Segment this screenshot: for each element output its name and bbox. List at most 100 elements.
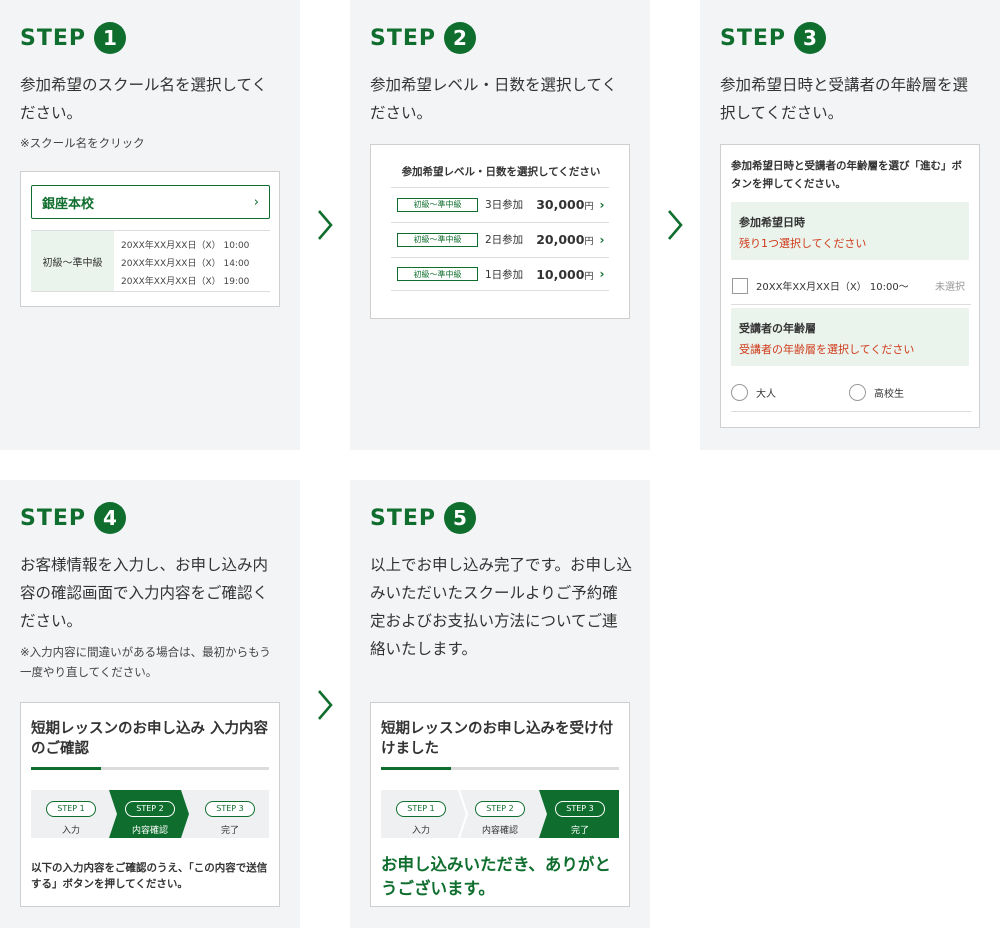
flow-label: 入力	[411, 826, 430, 836]
step-label: STEP	[720, 25, 787, 51]
flow-label: 内容確認	[481, 826, 518, 836]
schedule-date: 20XX年XX月XX日（X） 14:00	[121, 259, 250, 269]
step-flow: STEP 1 入力 STEP 2 内容確認 STEP 3 完了	[381, 790, 619, 838]
step4-title: STEP 4	[20, 502, 127, 534]
plan-price: 30,000円	[536, 197, 594, 212]
schedule-date: 20XX年XX月XX日（X） 19:00	[121, 277, 250, 287]
complete-card-title: 短期レッスンのお申し込みを受け付けました	[381, 721, 613, 757]
step-number-badge: 4	[94, 502, 127, 534]
radio-highschool[interactable]	[849, 384, 866, 401]
step2-panel: STEP 2 参加希望レベル・日数を選択してください。 参加希望レベル・日数を選…	[350, 0, 650, 450]
progress-bar	[31, 767, 269, 770]
step1-panel: STEP 1 参加希望のスクール名を選択してください。 ※スクール名をクリック …	[0, 0, 300, 450]
flow-step-2: STEP 2 内容確認	[460, 796, 540, 836]
step-label: STEP	[20, 505, 87, 531]
chevron-right-icon: ›	[599, 197, 605, 212]
flow-step-3: STEP 3 完了	[540, 796, 620, 836]
flow-step-1: STEP 1 入力	[31, 796, 111, 836]
date-section-heading: 参加希望日時	[739, 216, 805, 229]
flow-step-2: STEP 2 内容確認	[110, 796, 190, 836]
next-arrow-icon	[315, 688, 335, 722]
step2-plan-card: 参加希望レベル・日数を選択してください 初級〜準中級 3日参加 30,000円 …	[370, 144, 630, 319]
chevron-right-icon: ›	[599, 232, 605, 247]
date-section-header: 参加希望日時 残り1つ選択してください	[731, 202, 969, 260]
step5-complete-card: 短期レッスンのお申し込みを受け付けました STEP 1 入力 STEP 2 内容…	[370, 702, 630, 907]
form-card-title: 参加希望日時と受講者の年齢層を選び「進む」ボタンを押してください。	[731, 160, 962, 190]
school-select-button[interactable]: 銀座本校 ›	[31, 185, 270, 219]
plan-option[interactable]: 初級〜準中級 1日参加 10,000円 ›	[391, 257, 609, 291]
plan-days: 3日参加	[485, 199, 524, 211]
plan-card-title: 参加希望レベル・日数を選択してください	[401, 166, 601, 178]
flow-pill: STEP 1	[396, 801, 446, 817]
step4-description: お客様情報を入力し、お申し込み内容の確認画面で入力内容をご確認ください。	[20, 556, 269, 630]
schedule-table: 初級〜準中級 20XX年XX月XX日（X） 10:00 20XX年XX月XX日（…	[31, 230, 270, 292]
plan-days: 2日参加	[485, 234, 524, 246]
age-option-label: 大人	[756, 389, 776, 400]
radio-adult[interactable]	[731, 384, 748, 401]
plan-price: 20,000円	[536, 232, 594, 247]
thank-you-message: お申し込みいただき、ありがとうございます。	[381, 855, 611, 898]
schedule-level: 初級〜準中級	[31, 231, 114, 291]
step1-description: 参加希望のスクール名を選択してください。	[20, 76, 268, 122]
flow-pill: STEP 2	[475, 801, 525, 817]
date-option-label: 20XX年XX月XX日（X） 10:00〜	[756, 282, 909, 293]
step1-title: STEP 1	[20, 22, 127, 54]
flow-step-3: STEP 3 完了	[190, 796, 270, 836]
age-option-row: 大人 高校生	[731, 374, 971, 412]
step-number-badge: 1	[94, 22, 127, 54]
date-checkbox[interactable]	[732, 277, 748, 294]
step1-school-card: 銀座本校 › 初級〜準中級 20XX年XX月XX日（X） 10:00 20XX年…	[20, 171, 280, 307]
schedule-date: 20XX年XX月XX日（X） 10:00	[121, 241, 250, 251]
step4-note: ※入力内容に間違いがある場合は、最初からもう一度やり直してください。	[20, 645, 271, 679]
step-label: STEP	[20, 25, 87, 51]
flow-pill: STEP 3	[205, 801, 255, 817]
confirm-instructions: 以下の入力内容をご確認のうえ、「この内容で送信する」ボタンを押してください。	[31, 862, 268, 890]
step-label: STEP	[370, 505, 437, 531]
level-badge: 初級〜準中級	[397, 232, 478, 247]
flow-label: 内容確認	[131, 826, 168, 836]
step3-description: 参加希望日時と受講者の年齢層を選択してください。	[720, 76, 969, 122]
age-section-header: 受講者の年齢層 受講者の年齢層を選択してください	[731, 308, 969, 366]
step5-description: 以上でお申し込み完了です。お申し込みいただいたスクールよりご予約確定およびお支払…	[370, 556, 632, 658]
schedule-dates: 20XX年XX月XX日（X） 10:00 20XX年XX月XX日（X） 14:0…	[114, 231, 249, 291]
step5-title: STEP 5	[370, 502, 477, 534]
chevron-right-icon: ›	[253, 194, 259, 210]
flow-label: 完了	[570, 826, 589, 836]
step-number-badge: 3	[794, 22, 827, 54]
school-name: 銀座本校	[42, 196, 95, 212]
plan-days: 1日参加	[485, 268, 524, 281]
step2-description: 参加希望レベル・日数を選択してください。	[370, 76, 618, 122]
step4-panel: STEP 4 お客様情報を入力し、お申し込み内容の確認画面で入力内容をご確認くだ…	[0, 480, 300, 928]
chevron-right-icon: ›	[599, 267, 605, 281]
flow-pill: STEP 1	[46, 801, 96, 817]
step3-title: STEP 3	[720, 22, 827, 54]
step4-confirm-card: 短期レッスンのお申し込み 入力内容のご確認 STEP 1 入力 STEP 2 内…	[20, 702, 280, 907]
step-number-badge: 2	[444, 22, 477, 54]
plan-price: 10,000円	[536, 266, 594, 282]
flow-pill: STEP 2	[125, 801, 175, 817]
step-number-badge: 5	[444, 502, 477, 534]
step-flow: STEP 1 入力 STEP 2 内容確認 STEP 3 完了	[31, 790, 269, 838]
step2-title: STEP 2	[370, 22, 477, 54]
age-option-label: 高校生	[874, 389, 904, 400]
next-arrow-icon	[665, 208, 685, 242]
step5-panel: STEP 5 以上でお申し込み完了です。お申し込みいただいたスクールよりご予約確…	[350, 480, 650, 928]
level-badge: 初級〜準中級	[397, 197, 478, 212]
flow-label: 入力	[61, 826, 80, 836]
date-option-status: 未選択	[935, 282, 965, 293]
progress-bar	[381, 767, 619, 770]
plan-option[interactable]: 初級〜準中級 3日参加 30,000円 ›	[391, 187, 609, 221]
flow-pill: STEP 3	[555, 801, 605, 817]
date-section-required: 残り1つ選択してください	[739, 237, 867, 250]
plan-option[interactable]: 初級〜準中級 2日参加 20,000円 ›	[391, 222, 609, 256]
age-section-required: 受講者の年齢層を選択してください	[739, 343, 915, 356]
next-arrow-icon	[315, 208, 335, 242]
date-option-row[interactable]: 20XX年XX月XX日（X） 10:00〜 未選択	[731, 267, 971, 305]
step3-form-card: 参加希望日時と受講者の年齢層を選び「進む」ボタンを押してください。 参加希望日時…	[720, 144, 980, 428]
flow-step-1: STEP 1 入力	[381, 796, 461, 836]
confirm-card-title: 短期レッスンのお申し込み 入力内容のご確認	[31, 721, 269, 757]
step-label: STEP	[370, 25, 437, 51]
flow-label: 完了	[220, 826, 239, 836]
step1-note: ※スクール名をクリック	[20, 136, 145, 150]
step3-panel: STEP 3 参加希望日時と受講者の年齢層を選択してください。 参加希望日時と受…	[700, 0, 1000, 450]
